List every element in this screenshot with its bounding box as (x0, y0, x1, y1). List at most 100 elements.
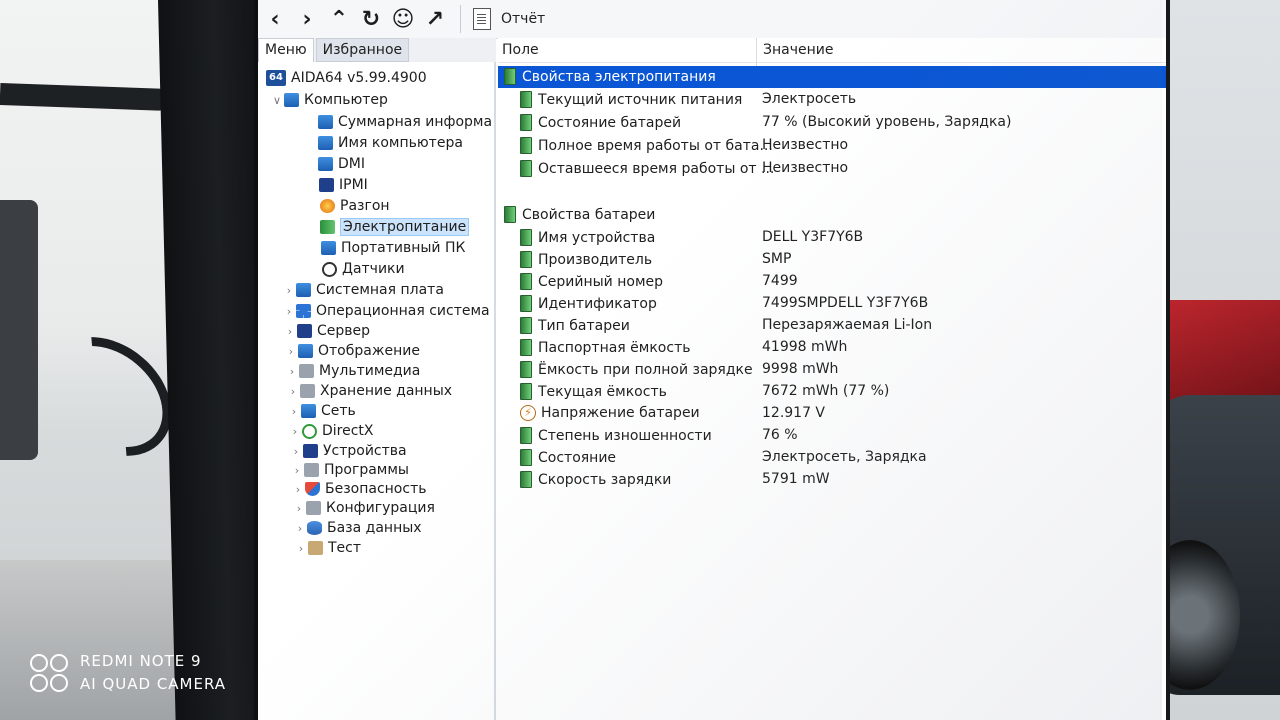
tree-item-motherboard[interactable]: › Системная плата (282, 280, 444, 300)
table-row[interactable]: Идентификатор 7499SMPDELL Y3F7Y6B (498, 293, 1166, 315)
tree-item-label: Программы (324, 462, 409, 478)
chevron-right-icon[interactable]: › (294, 542, 308, 555)
tree-item-devices[interactable]: › Устройства (289, 441, 407, 461)
tree-item-storage[interactable]: › Хранение данных (286, 381, 452, 401)
tree-item-display[interactable]: › Отображение (284, 341, 420, 361)
dot (50, 654, 68, 672)
chevron-right-icon[interactable]: › (283, 325, 297, 338)
tree-item-ipmi[interactable]: IPMI (319, 175, 368, 195)
chevron-right-icon[interactable]: › (282, 305, 296, 318)
table-row[interactable]: ⚡ Напряжение батареи 12.917 V (498, 403, 1166, 425)
devices-icon (303, 444, 318, 458)
table-row[interactable]: Тип батареи Перезаряжаемая Li-Ion (498, 315, 1166, 337)
table-row[interactable]: Паспортная ёмкость 41998 mWh (498, 337, 1166, 359)
tree-item-label: Суммарная информа (338, 114, 493, 130)
tree-item-computer[interactable]: ∨ Компьютер (270, 90, 388, 110)
field-value: Электросеть (762, 91, 857, 107)
row-field: Идентификатор (520, 295, 657, 312)
chevron-right-icon[interactable]: › (282, 284, 296, 297)
chevron-right-icon[interactable]: › (286, 385, 300, 398)
tree-item-database[interactable]: › База данных (293, 518, 422, 538)
field-value: 5791 mW (762, 471, 830, 487)
group-battery-properties[interactable]: Свойства батареи (498, 204, 1166, 226)
tree-item-root[interactable]: 64 AIDA64 v5.99.4900 (266, 68, 427, 88)
field-label: Тип батареи (538, 317, 630, 334)
shield-icon (305, 482, 320, 496)
up-arrow-icon[interactable]: ⌃ (324, 4, 354, 34)
column-headers: Поле Значение (498, 38, 1166, 66)
field-label: Производитель (538, 251, 653, 268)
tree-item-network[interactable]: › Сеть (287, 401, 356, 421)
tree-item-server[interactable]: › Сервер (283, 321, 370, 341)
chevron-right-icon[interactable]: › (292, 502, 306, 515)
table-row[interactable]: Серийный номер 7499 (498, 271, 1166, 293)
forward-arrow-icon[interactable]: › (292, 4, 322, 34)
refresh-icon[interactable]: ↻ (356, 4, 386, 34)
battery-icon (520, 339, 532, 356)
table-row[interactable]: Состояние Электросеть, Зарядка (498, 447, 1166, 469)
watermark-text: REDMI NOTE 9 AI QUAD CAMERA (80, 650, 226, 696)
chevron-right-icon[interactable]: › (288, 425, 302, 438)
table-row[interactable]: Степень изношенности 76 % (498, 425, 1166, 447)
column-header-value[interactable]: Значение (756, 38, 833, 66)
back-arrow-icon[interactable]: ‹ (260, 4, 290, 34)
chevron-right-icon[interactable]: › (285, 365, 299, 378)
tree-item-label: IPMI (339, 177, 368, 193)
battery-icon (520, 295, 532, 312)
tree-item-test[interactable]: › Тест (294, 538, 361, 558)
row-field: Текущая ёмкость (520, 383, 667, 400)
tree-item-summary[interactable]: Суммарная информа (318, 112, 492, 132)
table-row[interactable]: Состояние батарей 77 % (Высокий уровень,… (498, 112, 1166, 134)
chevron-right-icon[interactable]: › (284, 345, 298, 358)
tree-item-directx[interactable]: › DirectX (288, 421, 374, 441)
tab-favorites[interactable]: Избранное (315, 38, 410, 62)
chevron-right-icon[interactable]: › (291, 483, 305, 496)
table-row[interactable]: Ёмкость при полной зарядке 9998 mWh (498, 359, 1166, 381)
table-row[interactable]: Текущий источник питания Электросеть (498, 89, 1166, 111)
chart-icon[interactable]: ↗ (420, 4, 450, 34)
tree-item-label: Устройства (323, 443, 407, 459)
user-icon[interactable]: ☺ (388, 4, 418, 34)
tree-item-config[interactable]: › Конфигурация (292, 498, 435, 518)
row-field: Текущий источник питания (520, 91, 742, 108)
computer-icon (318, 136, 333, 150)
table-row[interactable]: Текущая ёмкость 7672 mWh (77 %) (498, 381, 1166, 403)
tree-item-multimedia[interactable]: › Мультимедиа (285, 361, 421, 381)
table-row[interactable]: Производитель SMP (498, 249, 1166, 271)
tree-item-dmi[interactable]: DMI (318, 154, 365, 174)
tree-item-overclock[interactable]: Разгон (320, 196, 390, 216)
report-icon[interactable] (473, 8, 491, 30)
tree-item-portable[interactable]: Портативный ПК (321, 238, 465, 258)
field-value: 77 % (Высокий уровень, Зарядка) (762, 114, 1012, 130)
monitor-icon (298, 344, 313, 358)
chevron-right-icon[interactable]: › (289, 445, 303, 458)
chevron-right-icon[interactable]: › (293, 522, 307, 535)
table-row[interactable]: Полное время работы от бата... Неизвестн… (498, 135, 1166, 157)
field-label: Степень изношенности (538, 427, 712, 444)
group-power-properties[interactable]: Свойства электропитания (498, 66, 1166, 88)
table-row[interactable]: Имя устройства DELL Y3F7Y6B (498, 227, 1166, 249)
column-header-field[interactable]: Поле (502, 42, 539, 58)
tree-item-computer-name[interactable]: Имя компьютера (318, 133, 463, 153)
dot (30, 654, 48, 672)
tree-item-label: Датчики (342, 261, 405, 277)
row-field: Степень изношенности (520, 427, 712, 444)
chevron-down-icon[interactable]: ∨ (270, 94, 284, 107)
tree-item-sensors[interactable]: Датчики (322, 259, 405, 279)
tree-item-label: Разгон (340, 198, 390, 214)
tree-item-power[interactable]: Электропитание (320, 217, 470, 237)
tree-item-programs[interactable]: › Программы (290, 460, 409, 480)
report-button-label[interactable]: Отчёт (501, 11, 545, 27)
tree-item-security[interactable]: › Безопасность (291, 479, 427, 499)
chevron-right-icon[interactable]: › (287, 405, 301, 418)
row-field: Паспортная ёмкость (520, 339, 690, 356)
tree-item-label: DirectX (322, 423, 374, 439)
programs-icon (304, 463, 319, 477)
tab-menu[interactable]: Меню (258, 38, 314, 62)
table-row[interactable]: Оставшееся время работы от ... Неизвестн… (498, 158, 1166, 180)
chevron-right-icon[interactable]: › (290, 464, 304, 477)
table-row[interactable]: Скорость зарядки 5791 mW (498, 469, 1166, 491)
tree-item-os[interactable]: › Операционная система (282, 301, 490, 321)
aida64-window: ‹ › ⌃ ↻ ☺ ↗ Отчёт Меню Избранное 64 AIDA… (254, 0, 1166, 720)
field-value: 12.917 V (762, 405, 826, 421)
